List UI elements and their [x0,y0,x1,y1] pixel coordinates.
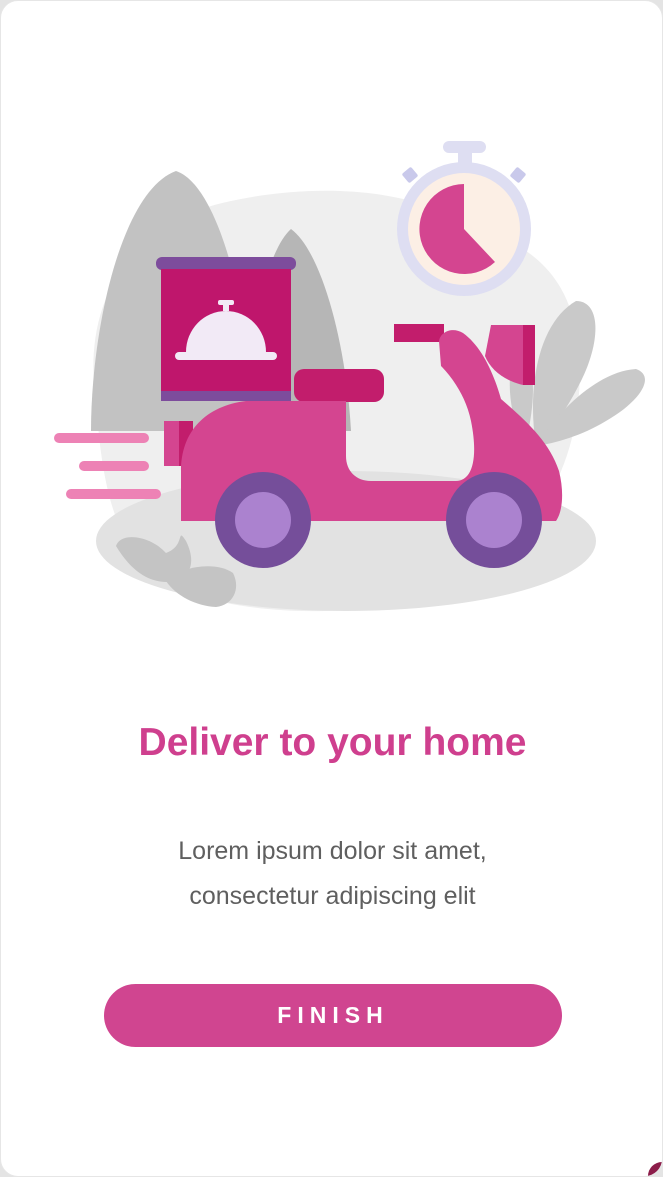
description-line-1: Lorem ipsum dolor sit amet, [178,837,487,865]
onboarding-description: Lorem ipsum dolor sit amet, consectetur … [1,829,662,919]
delivery-scooter-illustration [54,141,645,612]
corner-accent [648,1162,662,1176]
stopwatch-icon [397,141,531,296]
description-line-2: consectetur adipiscing elit [189,882,476,910]
onboarding-title: Deliver to your home [138,721,527,764]
onboarding-screen: Deliver to your home Lorem ipsum dolor s… [0,0,663,1177]
delivery-box [156,257,296,401]
speed-lines [54,433,161,499]
finish-button[interactable]: FINISH [104,984,562,1047]
